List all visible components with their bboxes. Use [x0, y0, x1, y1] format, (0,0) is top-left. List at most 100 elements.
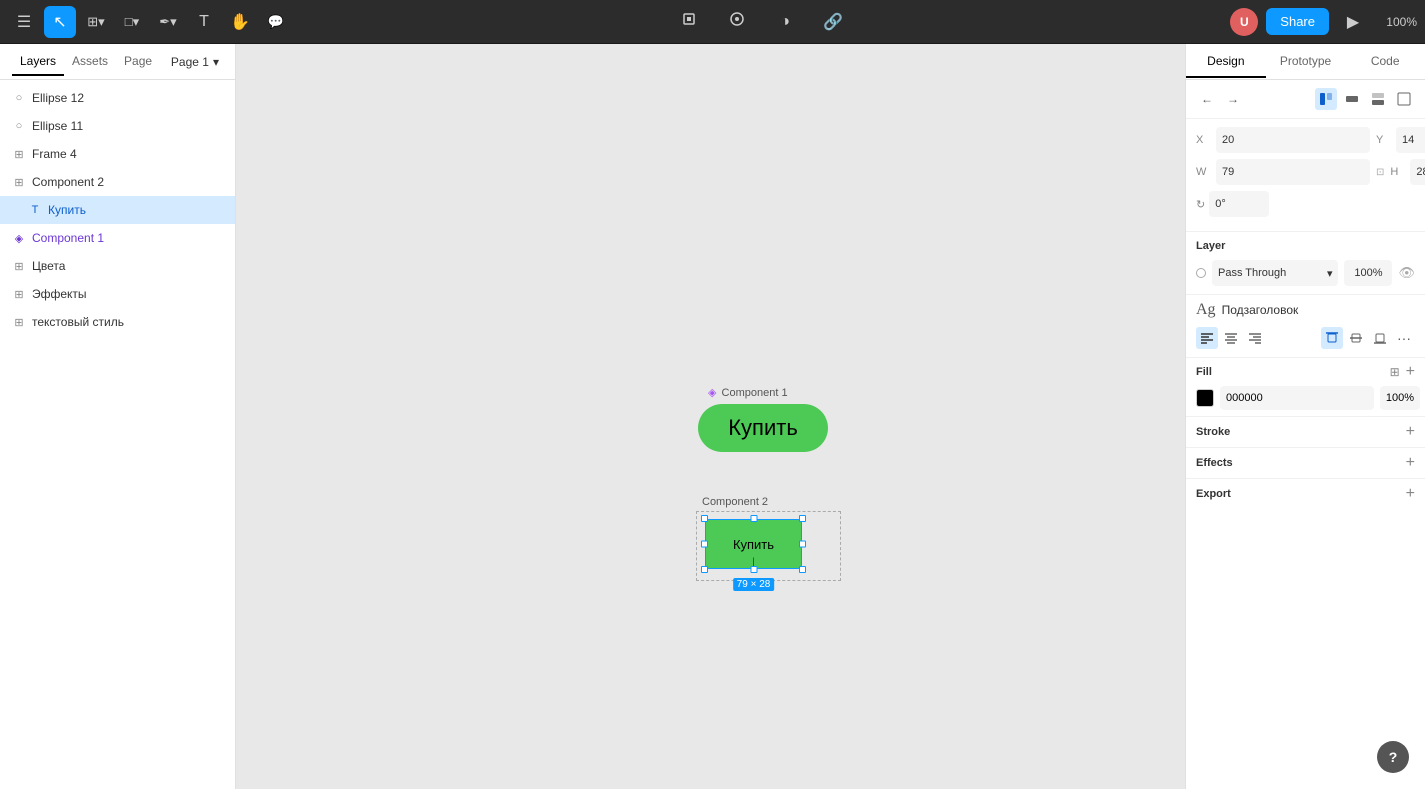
- play-button[interactable]: ▶: [1337, 6, 1369, 38]
- align-bottom-button[interactable]: [1367, 88, 1389, 110]
- h-label: H: [1390, 166, 1404, 178]
- stroke-title: Stroke: [1196, 426, 1406, 438]
- layer-item-component2[interactable]: ⊞ Component 2: [0, 168, 235, 196]
- stroke-header: Stroke +: [1196, 423, 1415, 441]
- stroke-section: Stroke +: [1186, 416, 1425, 447]
- x-input[interactable]: 20: [1216, 127, 1370, 153]
- panel-tabs: Layers Assets Page Page 1 ▾: [0, 44, 235, 80]
- share-button[interactable]: Share: [1266, 8, 1329, 35]
- opacity-input[interactable]: 100%: [1344, 260, 1392, 286]
- fill-grid-icon[interactable]: ⊞: [1390, 365, 1400, 379]
- selected-text-content: Купить: [733, 537, 774, 552]
- layer-item-cveta[interactable]: ⊞ Цвета: [0, 252, 235, 280]
- blend-mode-select[interactable]: Pass Through ▾: [1212, 260, 1338, 286]
- handle-br[interactable]: [799, 566, 806, 573]
- constrain-icon[interactable]: ⊡: [1376, 164, 1384, 180]
- page-selector[interactable]: Page 1 ▾: [167, 55, 223, 69]
- selected-text-element: Купить |: [705, 519, 802, 569]
- component2-icon: ⊞: [12, 176, 26, 189]
- toolbar: ☰ ↖ ⊞▾ □▾ ✒▾ T ✋ 💬: [0, 0, 1425, 44]
- valign-bottom-button[interactable]: [1369, 327, 1391, 349]
- typography-more-button[interactable]: ···: [1393, 327, 1415, 349]
- text-tool-button[interactable]: T: [188, 6, 220, 38]
- effects-add-button[interactable]: +: [1406, 454, 1415, 472]
- valign-top-button[interactable]: [1321, 327, 1343, 349]
- layer-item-frame4[interactable]: ⊞ Frame 4: [0, 140, 235, 168]
- layer-label: текстовый стиль: [32, 315, 124, 329]
- layer-blend-row: Pass Through ▾ 100% 👁: [1186, 256, 1425, 294]
- layer-label: Эффекты: [32, 287, 87, 301]
- fill-header: Fill ⊞ +: [1196, 364, 1415, 380]
- fill-opacity-input[interactable]: 100%: [1380, 386, 1420, 410]
- select-tool-button[interactable]: ↖: [44, 6, 76, 38]
- text-align-center-button[interactable]: [1220, 327, 1242, 349]
- ag-label: Ag: [1196, 301, 1216, 319]
- handle-tr[interactable]: [799, 515, 806, 522]
- w-input[interactable]: 79: [1216, 159, 1370, 185]
- code-tab[interactable]: Code: [1345, 46, 1425, 78]
- hand-tool-button[interactable]: ✋: [224, 6, 256, 38]
- handle-bl[interactable]: [701, 566, 708, 573]
- align-top-left-button[interactable]: [1315, 88, 1337, 110]
- stroke-add-button[interactable]: +: [1406, 423, 1415, 441]
- theme-icon-button[interactable]: ◑: [769, 6, 801, 38]
- forward-button[interactable]: →: [1222, 88, 1244, 110]
- menu-button[interactable]: ☰: [8, 6, 40, 38]
- theme-icon: ◑: [780, 13, 790, 31]
- handle-t[interactable]: [750, 515, 757, 522]
- visibility-eye-icon[interactable]: 👁: [1398, 265, 1415, 281]
- play-icon: ▶: [1347, 12, 1359, 32]
- component2-label-text: Component 2: [702, 496, 768, 508]
- layer-item-ellipse12[interactable]: ○ Ellipse 12: [0, 84, 235, 112]
- design-tab[interactable]: Design: [1186, 46, 1266, 78]
- page-tab[interactable]: Page: [116, 48, 160, 76]
- layers-tab[interactable]: Layers: [12, 48, 64, 76]
- layer-item-kupity[interactable]: T Купить: [0, 196, 235, 224]
- canvas-area[interactable]: ◈ Component 1 Купить Component 2 Купить …: [236, 44, 1185, 789]
- layer-item-text-style[interactable]: ⊞ текстовый стиль: [0, 308, 235, 336]
- layer-label: Ellipse 11: [32, 119, 83, 133]
- hand-icon: ✋: [230, 12, 250, 32]
- fill-section: Fill ⊞ + 000000 100% 👁 −: [1186, 357, 1425, 416]
- layer-item-effekty[interactable]: ⊞ Эффекты: [0, 280, 235, 308]
- layer-item-component1[interactable]: ◈ Component 1: [0, 224, 235, 252]
- assets-tab[interactable]: Assets: [64, 48, 116, 76]
- valign-middle-button[interactable]: [1345, 327, 1367, 349]
- handle-b[interactable]: [750, 566, 757, 573]
- link-icon-button[interactable]: 🔗: [817, 6, 849, 38]
- y-input[interactable]: 14: [1396, 127, 1425, 153]
- text-align-right-button[interactable]: [1244, 327, 1266, 349]
- shape-tool-button[interactable]: □▾: [116, 6, 148, 38]
- handle-tl[interactable]: [701, 515, 708, 522]
- text-align-left-button[interactable]: [1196, 327, 1218, 349]
- toolbar-right: U Share ▶ 100%: [1230, 6, 1417, 38]
- comment-tool-button[interactable]: 💬: [260, 6, 292, 38]
- align-right-button[interactable]: [1393, 88, 1415, 110]
- fill-color-swatch[interactable]: [1196, 389, 1214, 407]
- component1-icon: ◈: [12, 232, 26, 245]
- rotation-input[interactable]: 0°: [1209, 191, 1269, 217]
- handle-r[interactable]: [799, 541, 806, 548]
- back-button[interactable]: ←: [1196, 88, 1218, 110]
- right-panel: Design Prototype Code ← → X: [1185, 44, 1425, 789]
- component-icon-button[interactable]: [673, 6, 705, 38]
- fill-hex-input[interactable]: 000000: [1220, 386, 1374, 410]
- align-center-button[interactable]: [1341, 88, 1363, 110]
- page-chevron: ▾: [213, 55, 219, 69]
- layer-label: Цвета: [32, 259, 65, 273]
- layer-label: Component 1: [32, 231, 104, 245]
- h-input[interactable]: 28: [1410, 159, 1425, 185]
- link-icon: 🔗: [823, 12, 843, 32]
- layer-item-ellipse11[interactable]: ○ Ellipse 11: [0, 112, 235, 140]
- resource-icon: [728, 10, 746, 33]
- fill-add-button[interactable]: +: [1406, 364, 1415, 380]
- pen-tool-button[interactable]: ✒▾: [152, 6, 184, 38]
- frame-tool-button[interactable]: ⊞▾: [80, 6, 112, 38]
- help-button[interactable]: ?: [1377, 741, 1409, 773]
- blend-dot: [1196, 268, 1206, 278]
- component2-canvas-label: Component 2: [702, 496, 768, 508]
- prototype-tab[interactable]: Prototype: [1266, 46, 1346, 78]
- handle-l[interactable]: [701, 541, 708, 548]
- resource-icon-button[interactable]: [721, 6, 753, 38]
- export-add-button[interactable]: +: [1406, 485, 1415, 503]
